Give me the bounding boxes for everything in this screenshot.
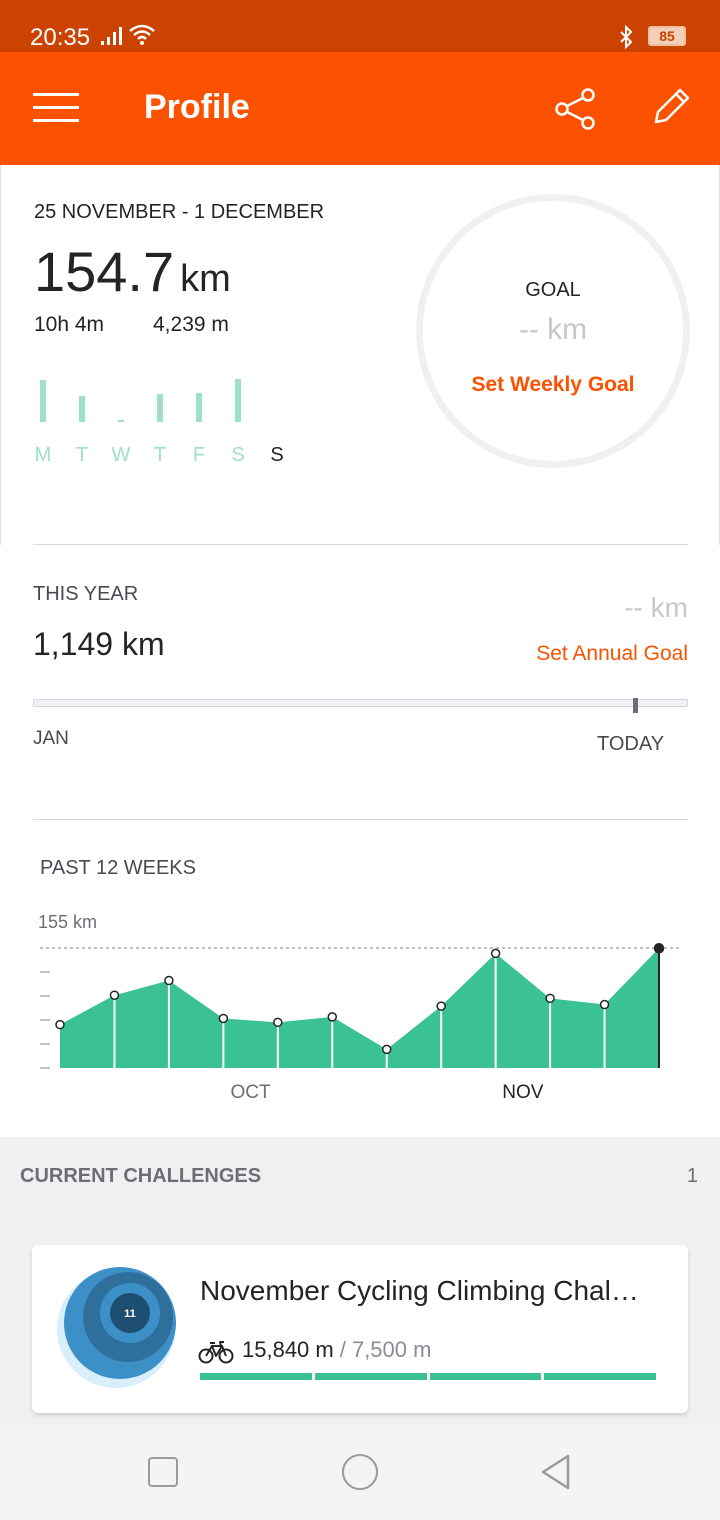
status-bar: 20:35 85 <box>0 0 720 52</box>
chart-point <box>490 948 501 959</box>
weekly-goal-ring: GOAL -- km Set Weekly Goal <box>416 194 690 468</box>
chart-point <box>218 1013 229 1024</box>
day-bar <box>118 419 124 422</box>
system-nav-bar <box>0 1425 720 1520</box>
chart-tick-label: OCT <box>231 1082 272 1103</box>
divider <box>33 544 688 545</box>
challenges-title: CURRENT CHALLENGES <box>20 1165 262 1187</box>
chart-point <box>109 990 120 1000</box>
chart-tick-label: NOV <box>502 1082 544 1103</box>
badge-number: 11 <box>124 1308 136 1320</box>
back-button[interactable] <box>538 1453 574 1491</box>
challenge-name: November Cycling Climbing Chal… <box>200 1275 639 1306</box>
day-label: S <box>231 444 245 466</box>
day-label: S <box>270 444 284 466</box>
home-button[interactable] <box>342 1454 378 1490</box>
battery-level: 85 <box>650 28 684 44</box>
set-annual-goal-link[interactable]: Set Annual Goal <box>536 642 688 666</box>
day-label: T <box>75 444 89 466</box>
chart-max-label: 155 km <box>38 912 97 932</box>
divider <box>33 819 688 820</box>
challenge-progress-value: 15,840 m <box>242 1337 334 1362</box>
day-label: W <box>111 444 131 466</box>
week-summary: 25 NOVEMBER - 1 DECEMBER 154.7 km 10h 4m … <box>0 165 720 545</box>
day-label: F <box>192 444 206 466</box>
bluetooth-icon <box>620 25 633 49</box>
chart-point <box>653 942 665 954</box>
year-progress-marker <box>632 698 638 713</box>
day-bar <box>235 379 241 422</box>
status-time: 20:35 <box>30 24 91 51</box>
progress-segment <box>200 1373 312 1380</box>
year-goal-value: -- km <box>624 592 688 623</box>
chart-area <box>60 948 659 1068</box>
app-bar: Profile <box>0 52 720 165</box>
progress-segment <box>429 1373 542 1380</box>
challenges-count: 1 <box>686 1165 698 1187</box>
page-title: Profile <box>144 88 250 126</box>
signal-icon <box>101 27 122 45</box>
day-bar <box>79 396 85 422</box>
week-moving-time: 10h 4m <box>34 313 105 336</box>
challenge-progress: 15,840 m/ 7,500 m <box>242 1337 431 1363</box>
past-weeks-title: PAST 12 WEEKS <box>40 857 196 879</box>
chart-point <box>545 993 555 1004</box>
week-distance-unit: km <box>180 258 231 300</box>
bike-icon <box>198 1341 234 1364</box>
chart-point <box>381 1044 392 1055</box>
day-bar <box>196 393 202 422</box>
chart-point <box>599 999 610 1010</box>
challenge-card[interactable]: 11 November Cycling Climbing Chal… 15,84… <box>32 1245 688 1413</box>
share-icon[interactable] <box>552 86 598 132</box>
day-label: M <box>34 444 52 466</box>
wifi-icon <box>129 24 155 45</box>
week-distance-value: 154.7 <box>34 240 175 303</box>
goal-label: GOAL <box>525 279 581 301</box>
day-label: T <box>153 444 167 466</box>
year-progress-track <box>33 699 688 707</box>
set-weekly-goal-link[interactable]: Set Weekly Goal <box>423 373 683 397</box>
past-weeks-chart: 155 km OCT NOV <box>38 912 680 1103</box>
goal-value: -- km <box>518 313 588 346</box>
week-range: 25 NOVEMBER - 1 DECEMBER <box>34 201 325 223</box>
year-title: THIS YEAR <box>33 583 139 605</box>
challenge-badge-icon: 11 <box>57 1267 176 1388</box>
recent-apps-button[interactable] <box>148 1457 178 1487</box>
chart-point <box>273 1017 283 1028</box>
chart-point <box>327 1012 338 1022</box>
edit-icon[interactable] <box>648 84 694 130</box>
chart-point <box>164 975 174 986</box>
day-bar <box>157 394 163 422</box>
year-distance: 1,149 km <box>33 626 165 662</box>
year-start-label: JAN <box>33 728 69 749</box>
menu-icon[interactable] <box>33 93 79 125</box>
challenge-target: / 7,500 m <box>339 1337 432 1362</box>
year-end-label: TODAY <box>597 733 665 755</box>
chart-point <box>436 1001 446 1011</box>
chart-point <box>55 1019 65 1030</box>
day-bar <box>40 379 46 422</box>
progress-segment <box>544 1373 656 1380</box>
week-distance: 154.7 km <box>34 239 231 304</box>
progress-segment <box>314 1373 427 1380</box>
battery-icon: 85 <box>648 26 686 46</box>
week-elevation: 4,239 m <box>153 313 229 336</box>
